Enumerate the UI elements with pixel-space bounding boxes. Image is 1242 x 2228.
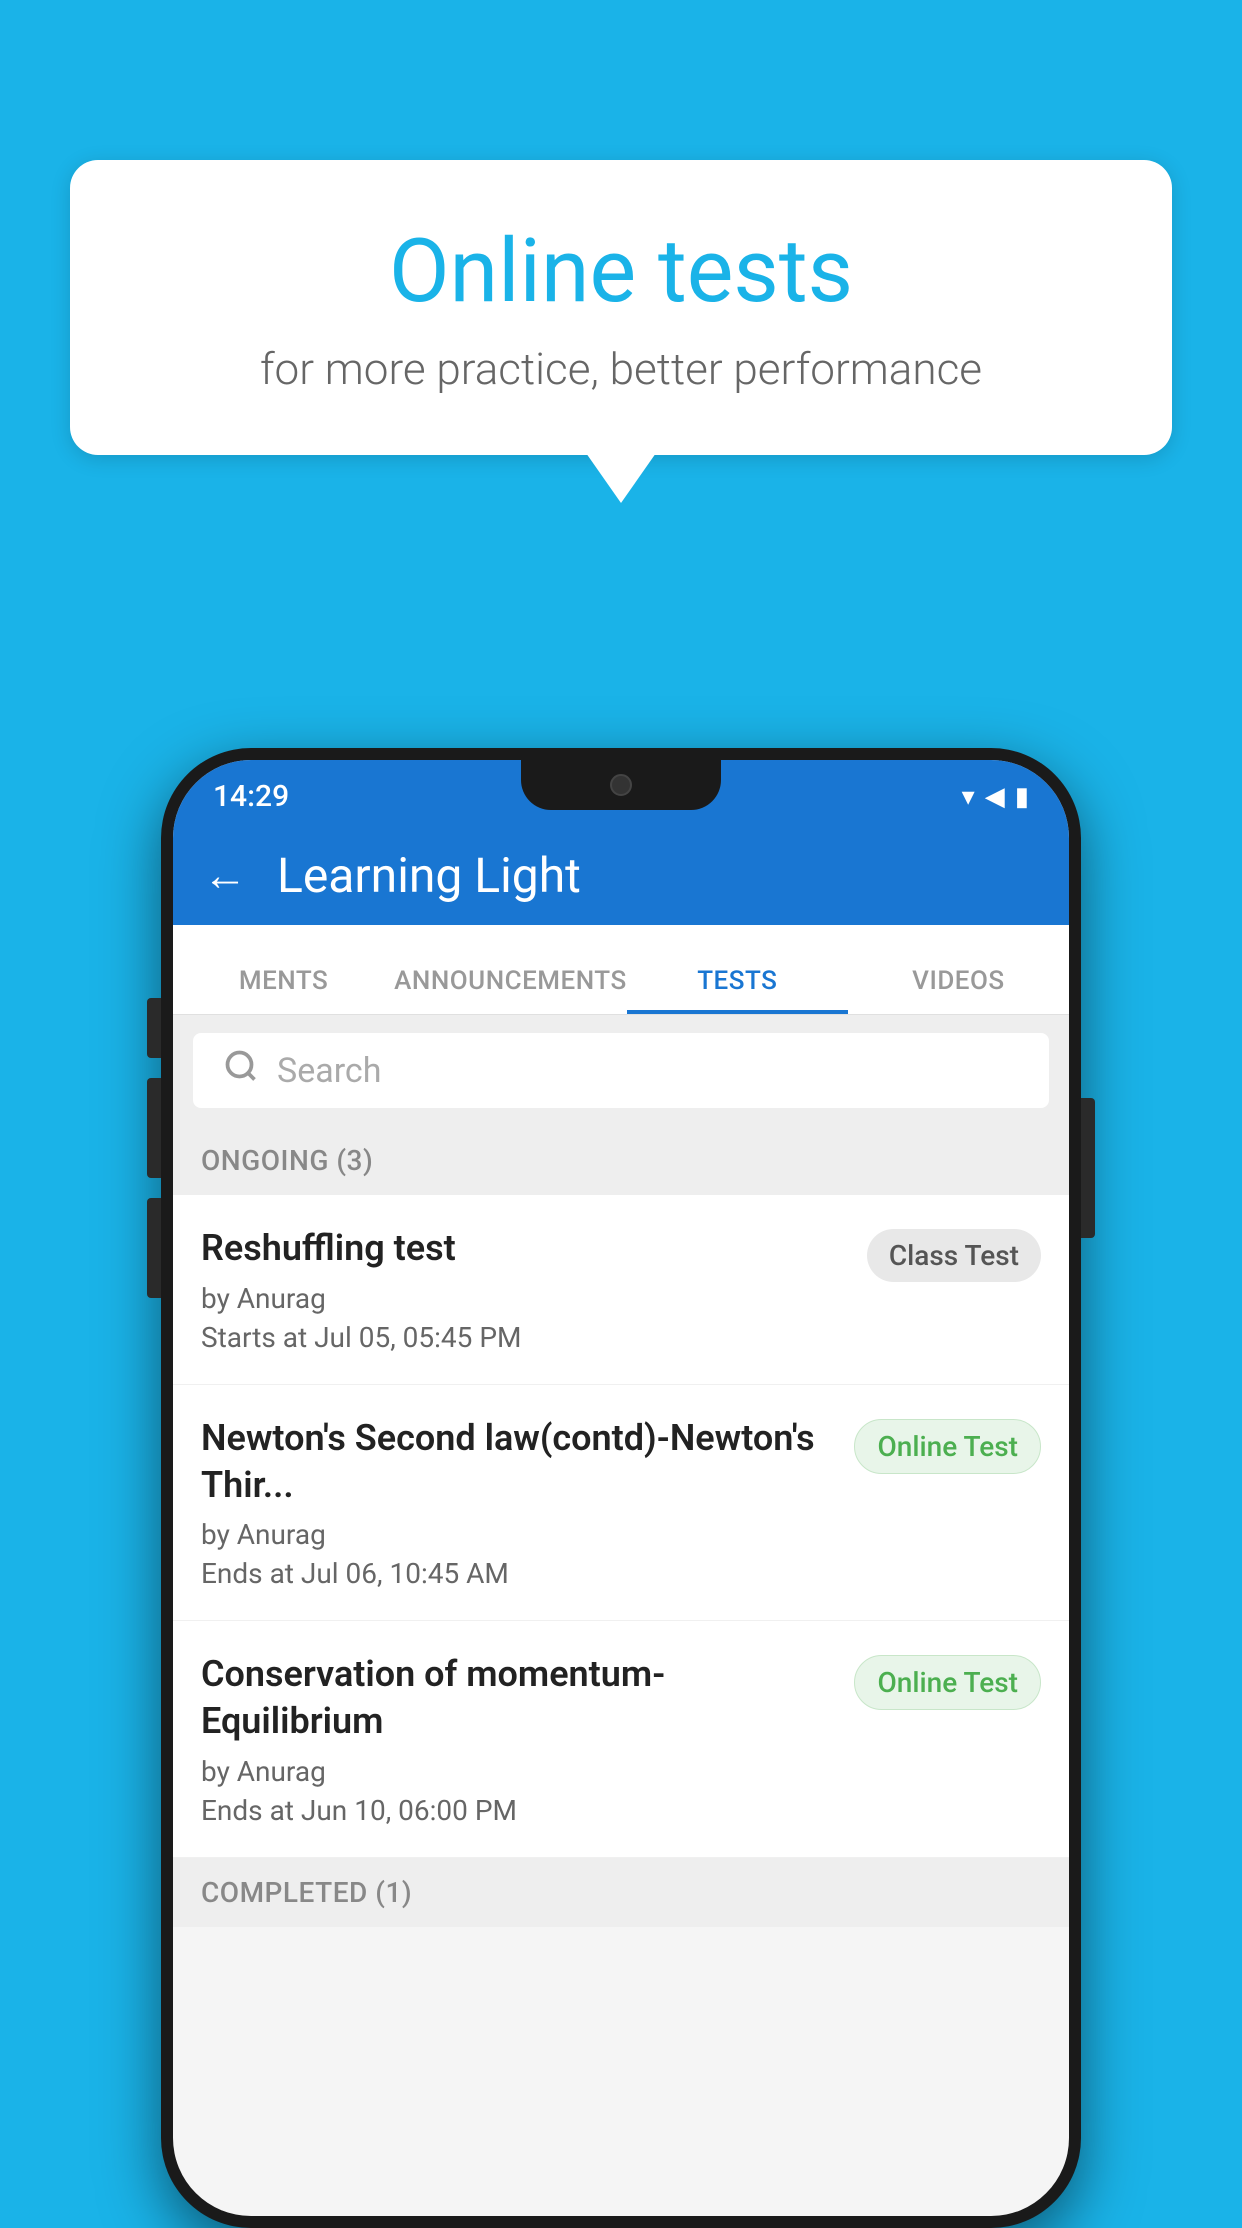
test-item-3[interactable]: Conservation of momentum-Equilibrium by …: [173, 1621, 1069, 1858]
silent-button: [147, 1198, 161, 1298]
search-icon: [223, 1048, 259, 1093]
test-title-2: Newton's Second law(contd)-Newton's Thir…: [201, 1415, 834, 1509]
search-placeholder: Search: [277, 1051, 381, 1091]
phone-notch: [521, 760, 721, 810]
test-info-2: Newton's Second law(contd)-Newton's Thir…: [201, 1415, 854, 1591]
test-badge-2: Online Test: [854, 1419, 1041, 1474]
bubble-title: Online tests: [150, 220, 1092, 323]
test-title-3: Conservation of momentum-Equilibrium: [201, 1651, 834, 1745]
phone-screen: 14:29 ▾ ◀ ▮ ← Learning Light MENTS ANNOU…: [173, 760, 1069, 2216]
volume-up-button: [147, 998, 161, 1058]
test-time-3: Ends at Jun 10, 06:00 PM: [201, 1794, 834, 1827]
test-info-3: Conservation of momentum-Equilibrium by …: [201, 1651, 854, 1827]
speech-bubble: Online tests for more practice, better p…: [70, 160, 1172, 455]
speech-bubble-section: Online tests for more practice, better p…: [70, 160, 1172, 503]
test-title-1: Reshuffling test: [201, 1225, 847, 1272]
search-bar[interactable]: Search: [193, 1033, 1049, 1108]
status-icons: ▾ ◀ ▮: [962, 782, 1029, 812]
search-container: Search: [173, 1015, 1069, 1126]
bubble-subtitle: for more practice, better performance: [150, 343, 1092, 395]
app-bar: ← Learning Light: [173, 825, 1069, 925]
wifi-icon: ▾: [962, 782, 975, 812]
tab-tests[interactable]: TESTS: [627, 966, 848, 1014]
back-button[interactable]: ←: [203, 849, 247, 901]
test-item-2[interactable]: Newton's Second law(contd)-Newton's Thir…: [173, 1385, 1069, 1622]
volume-down-button: [147, 1078, 161, 1178]
test-list: Reshuffling test by Anurag Starts at Jul…: [173, 1195, 1069, 1858]
test-author-3: by Anurag: [201, 1755, 834, 1788]
power-button: [1081, 1098, 1095, 1238]
app-title: Learning Light: [277, 847, 581, 904]
tabs-bar: MENTS ANNOUNCEMENTS TESTS VIDEOS: [173, 925, 1069, 1015]
test-badge-1: Class Test: [867, 1229, 1041, 1282]
tab-ments[interactable]: MENTS: [173, 966, 394, 1014]
test-item-1[interactable]: Reshuffling test by Anurag Starts at Jul…: [173, 1195, 1069, 1385]
speech-bubble-tail: [586, 453, 656, 503]
ongoing-section-header: ONGOING (3): [173, 1126, 1069, 1195]
test-author-2: by Anurag: [201, 1518, 834, 1551]
camera-dot: [610, 774, 632, 796]
completed-section-header: COMPLETED (1): [173, 1858, 1069, 1927]
signal-icon: ◀: [985, 782, 1005, 812]
tab-announcements[interactable]: ANNOUNCEMENTS: [394, 966, 627, 1014]
test-author-1: by Anurag: [201, 1282, 847, 1315]
battery-icon: ▮: [1015, 782, 1029, 812]
test-time-2: Ends at Jul 06, 10:45 AM: [201, 1557, 834, 1590]
test-time-1: Starts at Jul 05, 05:45 PM: [201, 1321, 847, 1354]
test-badge-3: Online Test: [854, 1655, 1041, 1710]
status-time: 14:29: [213, 779, 289, 814]
phone-frame: 14:29 ▾ ◀ ▮ ← Learning Light MENTS ANNOU…: [161, 748, 1081, 2228]
test-info-1: Reshuffling test by Anurag Starts at Jul…: [201, 1225, 867, 1354]
tab-videos[interactable]: VIDEOS: [848, 966, 1069, 1014]
